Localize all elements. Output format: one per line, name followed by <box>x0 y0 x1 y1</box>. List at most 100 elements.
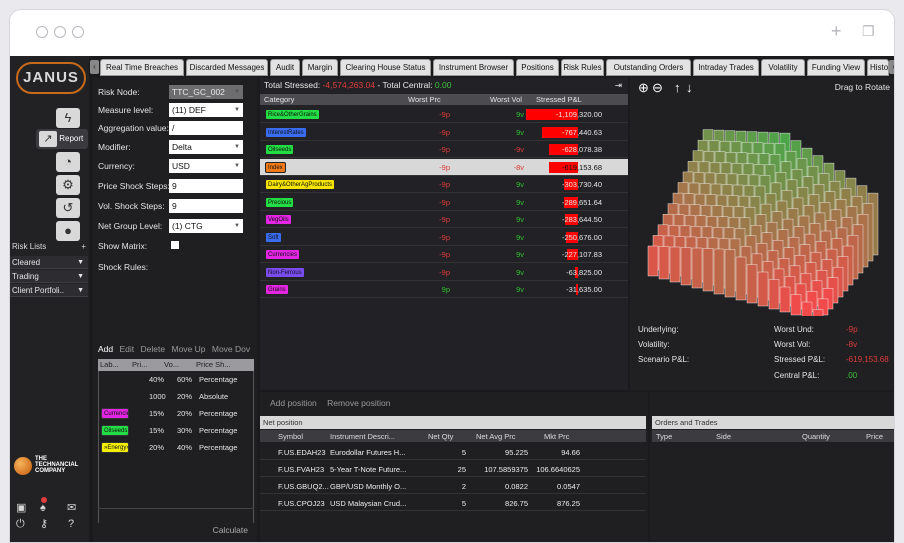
shock-rule-row[interactable]: Oilseeds 15% 30% Percentage <box>99 422 253 439</box>
column-header[interactable]: Quantity <box>802 432 830 441</box>
tab-intraday-trades[interactable]: Intraday Trades <box>693 59 759 76</box>
column-header[interactable]: Vo... <box>164 360 179 369</box>
modifier-select[interactable]: Delta <box>169 140 243 154</box>
add-rule-button[interactable]: Add <box>98 344 113 354</box>
column-header[interactable]: Mkt Prc <box>544 432 569 441</box>
category-row[interactable]: Rice&OtherGrains -9p 9v -1,109,320.00 <box>260 106 628 123</box>
price-shock-steps-input[interactable]: 9 <box>169 179 243 193</box>
shock-rules-label: Shock Rules: <box>98 262 149 272</box>
arrow-down-icon[interactable]: ↓ <box>686 81 693 94</box>
column-header[interactable]: Symbol <box>278 432 303 441</box>
category-row[interactable]: Currencies -9p 9v -227,107.83 <box>260 246 628 263</box>
report-nav-button[interactable]: ↗ Report <box>36 129 88 149</box>
column-header[interactable]: Instrument Descri... <box>330 432 395 441</box>
window-minimize-button[interactable] <box>54 26 66 38</box>
position-row[interactable]: F.US.GBUQ2... GBP/USD Monthly O... 2 0.0822… <box>260 478 646 494</box>
tab-positions[interactable]: Positions <box>516 59 559 76</box>
key-icon[interactable]: ⚷ <box>40 519 48 530</box>
tab-volatility[interactable]: Volatility <box>761 59 805 76</box>
stress-surface-chart[interactable] <box>630 96 895 316</box>
window-close-button[interactable] <box>36 26 48 38</box>
calculate-button[interactable]: Calculate <box>98 508 254 538</box>
tab-audit[interactable]: Audit <box>270 59 300 76</box>
column-header[interactable]: Category <box>264 95 294 104</box>
pie-nav-button[interactable]: ◔ <box>56 152 80 172</box>
user-nav-button[interactable]: ● <box>56 221 80 241</box>
save-icon[interactable]: ▣ <box>16 503 26 514</box>
window-zoom-button[interactable] <box>72 26 84 38</box>
remove-position-button[interactable]: Remove position <box>327 398 390 408</box>
category-row[interactable]: Soft -9p 9v -250,676.00 <box>260 229 628 246</box>
position-row[interactable]: F.US.FVAH23 5-Year T-Note Future... 25 107.… <box>260 461 646 477</box>
show-matrix-checkbox[interactable] <box>171 241 179 249</box>
risk-list-dropdown-client[interactable]: Client Portfoli.. ▼ <box>10 284 88 297</box>
measure-level-select[interactable]: (11) DEF <box>169 103 243 117</box>
column-header[interactable]: Worst Prc <box>408 95 441 104</box>
zoom-in-icon[interactable]: ⊕ <box>638 81 649 94</box>
edit-rule-button[interactable]: Edit <box>120 344 135 354</box>
add-risk-list-button[interactable]: + <box>81 242 86 251</box>
tab-funding-view[interactable]: Funding View <box>807 59 865 76</box>
category-row[interactable]: Precious -9p 9v -289,651.64 <box>260 194 628 211</box>
tab-historical[interactable]: Historica <box>867 59 889 76</box>
tab-clearing-house-status[interactable]: Clearing House Status <box>340 59 431 76</box>
history-nav-button[interactable]: ↺ <box>56 198 80 218</box>
tab-scroll-right-icon[interactable]: › <box>889 60 894 74</box>
category-row[interactable]: Grains 9p 9v -31,635.00 <box>260 281 628 298</box>
tab-discarded-messages[interactable]: Discarded Messages <box>186 59 268 76</box>
currency-select[interactable]: USD <box>169 159 243 173</box>
category-row[interactable]: Dairy&OtherAgProducts -9p 9v -303,730.40 <box>260 176 628 193</box>
new-tab-icon[interactable]: + <box>831 22 842 40</box>
notification-bell-icon[interactable]: ♠ <box>40 503 46 514</box>
delete-rule-button[interactable]: Delete <box>141 344 166 354</box>
tab-margin[interactable]: Margin <box>302 59 338 76</box>
column-header[interactable]: Type <box>656 432 672 441</box>
realtime-nav-button[interactable]: ϟ <box>56 108 80 128</box>
power-icon[interactable]: ⏻ <box>16 519 25 530</box>
column-header[interactable]: Price Sh... <box>196 360 231 369</box>
column-header[interactable]: Side <box>716 432 731 441</box>
category-row[interactable]: Oilseeds -9p -9v -628,078.38 <box>260 141 628 158</box>
column-header[interactable]: Stressed P&L <box>536 95 582 104</box>
column-header[interactable]: Pri... <box>132 360 147 369</box>
tab-instrument-browser[interactable]: Instrument Browser <box>433 59 514 76</box>
export-icon[interactable]: ⇥ <box>615 78 622 92</box>
column-header[interactable]: Worst Vol <box>490 95 522 104</box>
settings-nav-button[interactable]: ⚙ <box>56 175 80 195</box>
category-row[interactable]: InterestRates -9p 9v -767,440.63 <box>260 124 628 141</box>
position-mkt-price: 94.66 <box>561 448 580 457</box>
add-position-button[interactable]: Add position <box>270 398 317 408</box>
column-header[interactable]: Price <box>866 432 883 441</box>
column-header[interactable]: Lab... <box>100 360 119 369</box>
aggregation-value-input[interactable]: / <box>169 121 243 135</box>
category-row[interactable]: Non-Ferrous -9p 9v -63,825.00 <box>260 264 628 281</box>
tab-outstanding-orders[interactable]: Outstanding Orders <box>606 59 691 76</box>
help-icon[interactable]: ? <box>68 519 74 530</box>
shock-rule-row[interactable]: 40% 60% Percentage <box>99 371 253 388</box>
vol-shock-steps-input[interactable]: 9 <box>169 199 243 213</box>
position-row[interactable]: F.US.EDAH23 Eurodollar Futures H... 5 95.22… <box>260 444 646 460</box>
move-up-button[interactable]: Move Up <box>171 344 205 354</box>
column-header[interactable]: Net Avg Prc <box>476 432 515 441</box>
move-down-button[interactable]: Move Dov <box>212 344 250 354</box>
shock-rule-row[interactable]: »Energy» 20% 40% Percentage <box>99 439 253 456</box>
zoom-out-icon[interactable]: ⊖ <box>652 81 663 94</box>
mail-icon[interactable]: ✉ <box>67 503 76 514</box>
category-row[interactable]: VegOils -9p 9v -283,644.50 <box>260 211 628 228</box>
arrow-up-icon[interactable]: ↑ <box>674 81 681 94</box>
tab-risk-rules[interactable]: Risk Rules <box>561 59 604 76</box>
janus-logo: JANUS <box>16 62 86 94</box>
net-group-level-select[interactable]: (1) CTG <box>169 219 243 233</box>
risk-list-dropdown-cleared[interactable]: Cleared ▼ <box>10 256 88 269</box>
shock-rule-row[interactable]: Currencie 15% 20% Percentage <box>99 405 253 422</box>
position-row[interactable]: F.US.CPOJ23 USD Malaysian Crud... 5 826.75 8… <box>260 495 646 511</box>
tab-scroll-left-icon[interactable]: ‹ <box>90 60 99 74</box>
shock-rule-row[interactable]: 1000 20% Absolute <box>99 388 253 405</box>
risk-node-select[interactable]: TTC_GC_002 <box>169 85 243 99</box>
column-header[interactable]: Net Qty <box>428 432 453 441</box>
surface-cell <box>768 279 780 310</box>
category-row[interactable]: Index -9p -8v -619,153.68 <box>260 158 628 176</box>
tab-real-time-breaches[interactable]: Real Time Breaches <box>100 59 184 76</box>
risk-list-dropdown-trading[interactable]: Trading ▼ <box>10 270 88 283</box>
duplicate-window-icon[interactable]: ❐ <box>862 22 875 40</box>
